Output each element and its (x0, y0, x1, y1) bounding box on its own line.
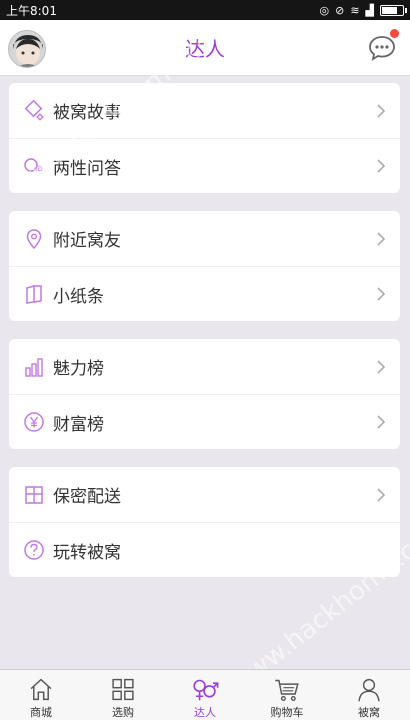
menu-item-guide[interactable]: 玩转被窝 (9, 522, 400, 577)
user-icon (358, 678, 380, 702)
menu-item-bei-wo-stories[interactable]: 被窝故事 (9, 83, 400, 138)
message-button[interactable] (368, 29, 399, 62)
package-icon (23, 484, 45, 506)
chevron-right-icon (377, 415, 386, 429)
battery-icon (380, 4, 407, 16)
grid-icon (112, 678, 134, 701)
menu-group-3: 魅力榜 财富榜 (9, 339, 400, 449)
status-bar: 上午8:01 ◎ ⊘ ≋ ▟ (0, 0, 410, 20)
signal-icon: ▟ (365, 3, 374, 17)
chevron-right-icon (377, 287, 386, 301)
mute-icon: ⊘ (335, 3, 345, 17)
menu-item-label: 保密配送 (53, 487, 121, 507)
menu-item-label: 魅力榜 (53, 359, 104, 379)
page-title: 达人 (185, 37, 225, 61)
tab-shop[interactable]: 选购 (82, 670, 164, 720)
chevron-right-icon (377, 231, 386, 246)
chat-bubble-icon (369, 36, 395, 61)
chevron-right-icon (377, 159, 386, 173)
tab-experts[interactable]: 达人 (164, 670, 246, 720)
svg-text:a: a (37, 163, 43, 174)
gender-icon (193, 679, 219, 701)
menu-item-private-delivery[interactable]: 保密配送 (9, 467, 400, 522)
menu-group-2: 附近窝友 小纸条 (9, 211, 400, 321)
status-time: 上午8:01 (6, 3, 57, 18)
menu-item-charm-ranking[interactable]: 魅力榜 (9, 339, 400, 394)
tab-label: 达人 (194, 706, 216, 719)
avatar[interactable] (8, 30, 46, 68)
menu-item-wealth-ranking[interactable]: 财富榜 (9, 394, 400, 449)
tab-mall[interactable]: 商城 (0, 670, 82, 720)
home-icon (30, 678, 52, 701)
app-header: 达人 (0, 20, 410, 76)
tab-label: 选购 (112, 706, 134, 719)
menu-item-notes[interactable]: 小纸条 (9, 266, 400, 321)
note-icon (23, 283, 45, 305)
bar-chart-icon (23, 356, 45, 378)
menu-item-label: 财富榜 (53, 414, 104, 435)
question-icon (23, 539, 45, 561)
wifi-icon: ≋ (350, 3, 360, 17)
tab-profile[interactable]: 被窝 (328, 670, 410, 720)
tab-label: 购物车 (270, 706, 304, 719)
cart-icon (275, 679, 299, 701)
diamond-icon (23, 99, 45, 122)
status-icons: ◎ ⊘ ≋ ▟ (319, 3, 407, 17)
menu-group-1: 被窝故事 a 两性问答 (9, 83, 400, 193)
chevron-right-icon (377, 359, 386, 374)
tab-label: 商城 (30, 706, 52, 719)
menu-item-label: 附近窝友 (53, 231, 121, 251)
location-pin-icon (23, 228, 45, 250)
menu-item-label: 玩转被窝 (53, 542, 121, 563)
notification-badge (390, 29, 399, 38)
menu-item-label: 小纸条 (53, 286, 104, 307)
menu-group-4: 保密配送 玩转被窝 (9, 467, 400, 577)
tab-cart[interactable]: 购物车 (246, 670, 328, 720)
menu-item-label: 被窝故事 (53, 103, 121, 123)
menu-item-qa[interactable]: a 两性问答 (9, 138, 400, 193)
menu-item-label: 两性问答 (53, 158, 121, 179)
tab-label: 被窝 (358, 706, 380, 719)
chevron-right-icon (377, 103, 386, 118)
qa-icon: a (23, 155, 45, 177)
chevron-right-icon (377, 487, 386, 502)
menu-item-nearby-friends[interactable]: 附近窝友 (9, 211, 400, 266)
bottom-tab-bar: 商城 选购 达人 购物车 被窝 (0, 669, 410, 720)
alarm-icon: ◎ (319, 3, 330, 17)
yen-icon (23, 411, 45, 433)
